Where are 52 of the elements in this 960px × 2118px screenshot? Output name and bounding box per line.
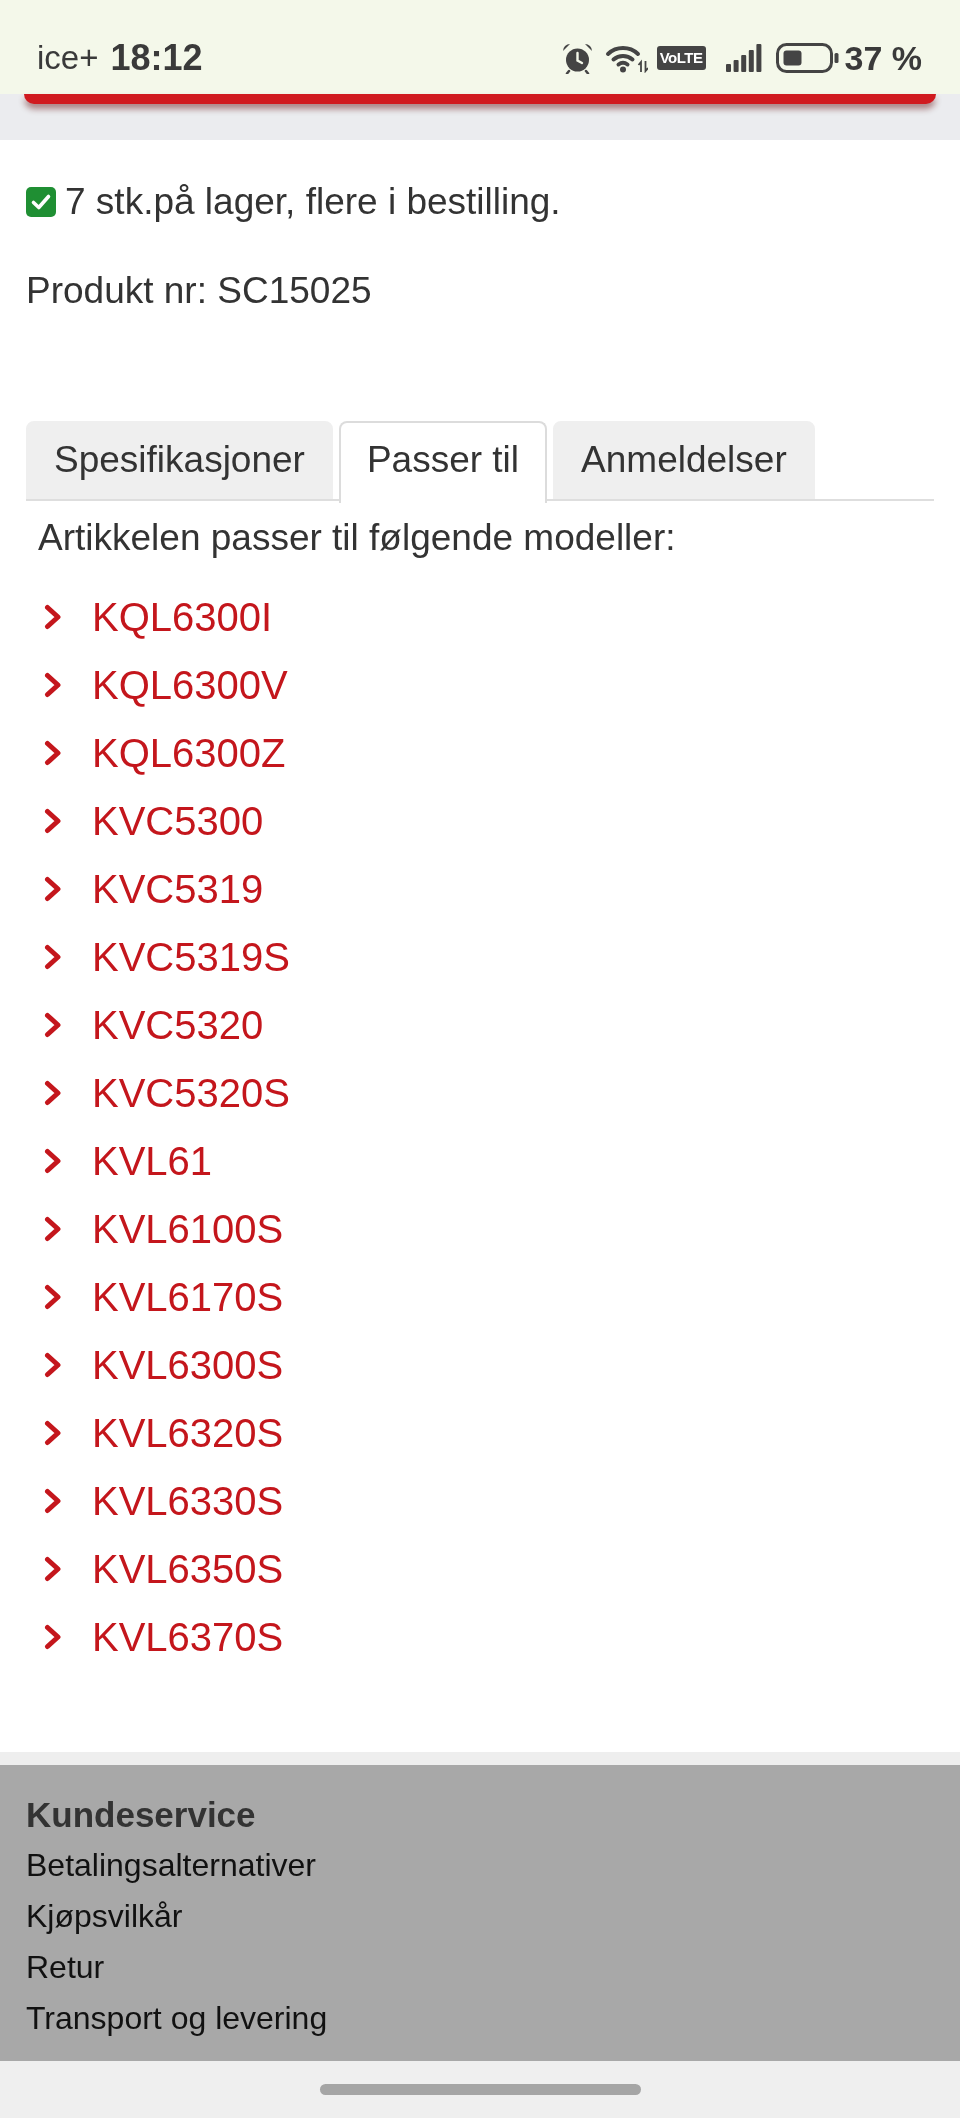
- chevron-icon: [44, 1012, 62, 1038]
- chevron-icon: [44, 604, 62, 630]
- home-indicator[interactable]: [319, 2084, 641, 2095]
- model-link[interactable]: KVC5320S: [44, 1059, 290, 1127]
- footer-link[interactable]: Retur: [26, 1942, 105, 1993]
- model-link[interactable]: KQL6300V: [44, 651, 288, 719]
- chevron-icon: [44, 1420, 62, 1446]
- model-link[interactable]: KVC5320: [44, 991, 264, 1059]
- model-link[interactable]: KVL6170S: [44, 1263, 284, 1331]
- battery-percentage: 37 %: [844, 38, 922, 78]
- carrier-name: ice+: [37, 38, 99, 78]
- tab[interactable]: Passer til: [338, 421, 548, 503]
- chevron-icon: [44, 808, 62, 834]
- model-link[interactable]: KVL6300S: [44, 1331, 284, 1399]
- stock-status-text: 7 stk.på lager, flere i bestilling.: [65, 180, 561, 224]
- tab[interactable]: Anmeldelser: [553, 421, 815, 499]
- model-link[interactable]: KVL6330S: [44, 1467, 284, 1535]
- chevron-icon: [44, 1216, 62, 1242]
- chevron-icon: [44, 1556, 62, 1582]
- footer-heading: Kundeservice: [26, 1794, 256, 1836]
- intro-text: Artikkelen passer til følgende modeller:: [37, 516, 677, 560]
- chevron-icon: [44, 944, 62, 970]
- model-link[interactable]: KVL6350S: [44, 1535, 284, 1603]
- footer-link[interactable]: Betalingsalternativer: [26, 1840, 316, 1891]
- model-link[interactable]: KVC5319: [44, 855, 264, 923]
- model-link[interactable]: KVC5300: [44, 787, 264, 855]
- chevron-icon: [44, 1080, 62, 1106]
- network-badge: VoLTE: [656, 46, 706, 70]
- chevron-icon: [44, 1624, 62, 1650]
- model-link[interactable]: KQL6300Z: [44, 719, 286, 787]
- model-link[interactable]: KVL6370S: [44, 1603, 284, 1671]
- chevron-icon: [44, 1352, 62, 1378]
- chevron-icon: [44, 1488, 62, 1514]
- model-link[interactable]: KQL6300I: [44, 583, 273, 651]
- footer-link[interactable]: Transport og levering: [26, 1993, 328, 2044]
- product-number: Produkt nr: SC15025: [26, 269, 373, 313]
- wifi-icon: [604, 43, 648, 73]
- clock-time: 18:12: [110, 38, 203, 78]
- chevron-icon: [44, 1148, 62, 1174]
- chevron-icon: [44, 672, 62, 698]
- tab[interactable]: Spesifikasjoner: [26, 421, 333, 499]
- battery-icon: [775, 43, 839, 73]
- signal-icon: [725, 44, 762, 72]
- model-link[interactable]: KVL6320S: [44, 1399, 284, 1467]
- chevron-icon: [44, 740, 62, 766]
- chevron-icon: [44, 1284, 62, 1310]
- model-link[interactable]: KVC5319S: [44, 923, 290, 991]
- model-link[interactable]: KVL6100S: [44, 1195, 284, 1263]
- model-link[interactable]: KVL61: [44, 1127, 213, 1195]
- alarm-icon: [561, 42, 593, 74]
- chevron-icon: [44, 876, 62, 902]
- footer-link[interactable]: Kjøpsvilkår: [26, 1891, 183, 1942]
